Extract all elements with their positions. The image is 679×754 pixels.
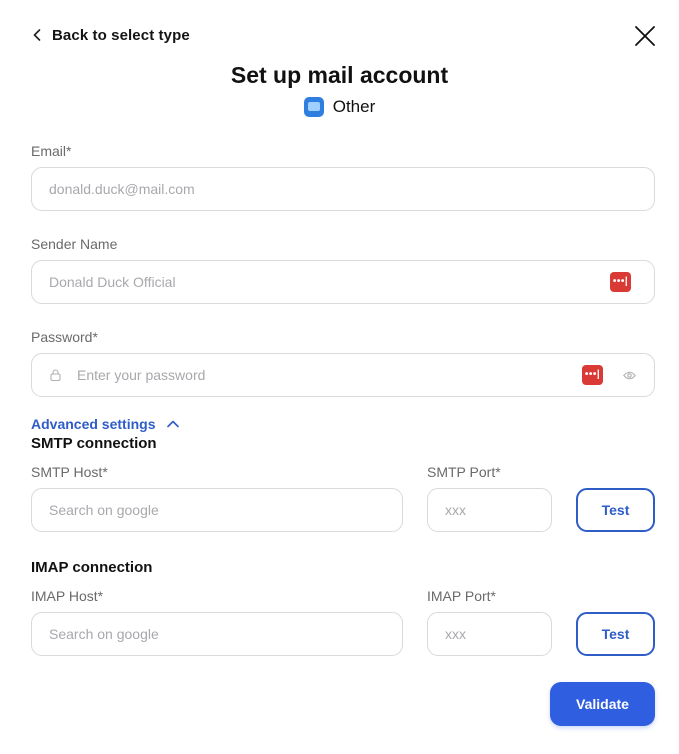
email-field-wrapper (31, 167, 655, 211)
smtp-port-label: SMTP Port* (427, 464, 501, 480)
imap-port-field-wrapper (427, 612, 626, 656)
imap-port-label: IMAP Port* (427, 588, 496, 604)
email-field[interactable] (32, 168, 654, 210)
provider-name: Other (332, 97, 376, 116)
password-field[interactable] (62, 354, 582, 396)
imap-section-title: IMAP connection (31, 559, 153, 576)
eye-icon[interactable] (623, 368, 637, 382)
validate-button[interactable]: Validate (550, 682, 655, 726)
smtp-host-field-wrapper (31, 488, 403, 532)
smtp-host-field[interactable] (32, 489, 402, 531)
advanced-settings-toggle[interactable]: Advanced settings (31, 416, 180, 432)
back-link[interactable]: Back to select type (30, 24, 190, 46)
sender-name-field-wrapper: •••| (31, 260, 655, 304)
password-manager-icon[interactable]: •••| (582, 365, 603, 385)
imap-host-label: IMAP Host* (31, 588, 104, 604)
imap-host-field[interactable] (32, 613, 402, 655)
password-label: Password* (31, 329, 98, 345)
email-label: Email* (31, 143, 72, 159)
password-manager-icon[interactable]: •••| (610, 272, 631, 292)
page-title: Set up mail account (230, 62, 449, 88)
smtp-section-title: SMTP connection (31, 435, 157, 452)
close-button[interactable] (633, 24, 657, 48)
back-link-label: Back to select type (52, 26, 190, 44)
smtp-host-label: SMTP Host* (31, 464, 108, 480)
chevron-up-icon (167, 420, 180, 428)
advanced-settings-label: Advanced settings (31, 416, 156, 432)
sender-name-field[interactable] (32, 261, 610, 303)
chevron-left-icon (30, 24, 44, 46)
smtp-port-field-wrapper (427, 488, 626, 532)
provider-indicator: Other (0, 97, 679, 117)
lock-icon (50, 368, 62, 382)
sender-name-label: Sender Name (31, 236, 118, 252)
imap-test-button[interactable]: Test (576, 612, 655, 656)
imap-host-field-wrapper (31, 612, 403, 656)
mail-app-icon (303, 97, 324, 117)
close-icon (635, 26, 655, 46)
password-field-wrapper: •••| (31, 353, 655, 397)
smtp-test-button[interactable]: Test (576, 488, 655, 532)
